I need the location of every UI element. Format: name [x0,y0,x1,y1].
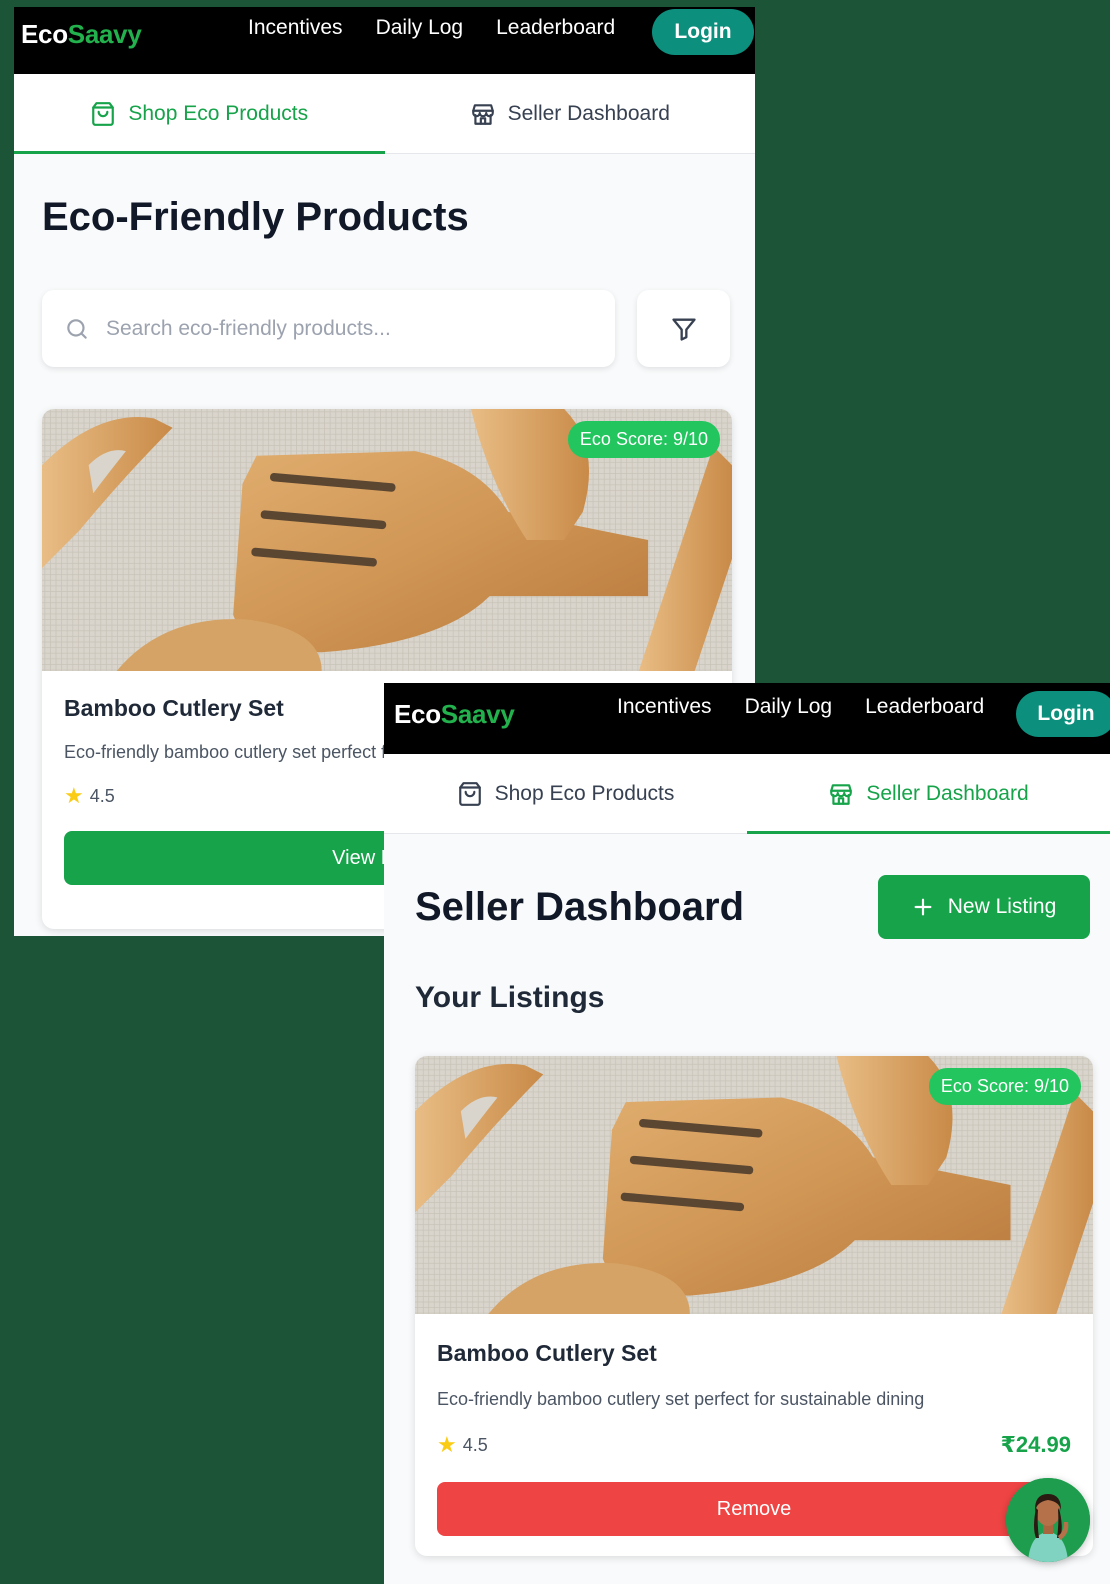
search-input[interactable] [106,316,566,341]
page-title: Seller Dashboard [415,885,745,929]
tab-seller-label: Seller Dashboard [866,781,1029,805]
nav-link-incentives[interactable]: Incentives [248,16,343,40]
filter-button[interactable] [637,290,730,367]
nav-link-daily-log[interactable]: Daily Log [376,16,464,40]
tab-shop-label: Shop Eco Products [494,781,675,805]
top-navbar: EcoSaavy Incentives Daily Log Leaderboar… [384,683,1110,754]
nav-link-leaderboard[interactable]: Leaderboard [865,695,984,719]
tab-bar: Shop Eco Products Seller Dashboard [14,74,755,154]
section-title: Your Listings [415,981,605,1014]
rating-value: 4.5 [89,785,115,806]
nav-links: Incentives Daily Log Leaderboard [617,695,984,719]
filter-icon [671,318,696,341]
assistant-avatar-button[interactable] [1006,1478,1090,1562]
product-image: Eco Score: 9/10 [415,1056,1093,1314]
nav-link-daily-log[interactable]: Daily Log [745,695,833,719]
nav-link-leaderboard[interactable]: Leaderboard [496,16,615,40]
tab-bar: Shop Eco Products Seller Dashboard [384,754,1110,834]
rating-value: 4.5 [462,1434,488,1455]
eco-score-badge: Eco Score: 9/10 [928,1068,1081,1105]
tab-seller-dashboard[interactable]: Seller Dashboard [747,754,1110,834]
search-icon [67,318,87,339]
logo-saavy-text: Saavy [440,699,515,729]
new-listing-button[interactable]: New Listing [878,875,1090,939]
plus-icon [914,898,932,916]
tab-shop-eco-products[interactable]: Shop Eco Products [384,754,747,833]
product-image: Eco Score: 9/10 [42,409,732,671]
nav-links: Incentives Daily Log Leaderboard [248,16,615,40]
page-title: Eco-Friendly Products [42,195,469,239]
product-name: Bamboo Cutlery Set [437,1340,657,1366]
product-description: Eco-friendly bamboo cutlery set perfect … [437,1389,925,1409]
login-button[interactable]: Login [652,9,754,55]
assistant-avatar-icon [1006,1478,1090,1562]
brand-logo[interactable]: EcoSaavy [394,699,515,730]
logo-eco-text: Eco [394,699,441,729]
eco-score-badge: Eco Score: 9/10 [567,421,720,458]
remove-button[interactable]: Remove [437,1482,1071,1536]
tab-seller-label: Seller Dashboard [507,101,670,125]
tab-shop-eco-products[interactable]: Shop Eco Products [14,74,385,154]
listing-card: Eco Score: 9/10 Bamboo Cutlery Set Eco-f… [415,1056,1093,1556]
new-listing-label: New Listing [947,895,1057,918]
nav-link-incentives[interactable]: Incentives [617,695,712,719]
product-rating: ★ 4.5 [437,1434,488,1456]
star-icon: ★ [64,783,84,808]
store-icon [830,783,853,805]
logo-eco-text: Eco [21,19,68,49]
store-icon [471,103,494,125]
top-navbar: EcoSaavy Incentives Daily Log Leaderboar… [14,7,755,74]
search-box[interactable] [42,290,615,367]
star-icon: ★ [437,1432,457,1457]
search-row [42,290,730,367]
login-button[interactable]: Login [1016,691,1110,737]
tab-shop-label: Shop Eco Products [128,101,309,125]
logo-saavy-text: Saavy [67,19,142,49]
shopping-bag-icon [92,101,115,126]
shopping-bag-icon [458,781,481,806]
brand-logo[interactable]: EcoSaavy [21,19,142,50]
tab-seller-dashboard[interactable]: Seller Dashboard [385,74,756,153]
rating-price-row: ★ 4.5 ₹24.99 [437,1432,1071,1458]
product-price: ₹24.99 [1000,1432,1071,1457]
seller-screen: EcoSaavy Incentives Daily Log Leaderboar… [384,683,1110,1584]
